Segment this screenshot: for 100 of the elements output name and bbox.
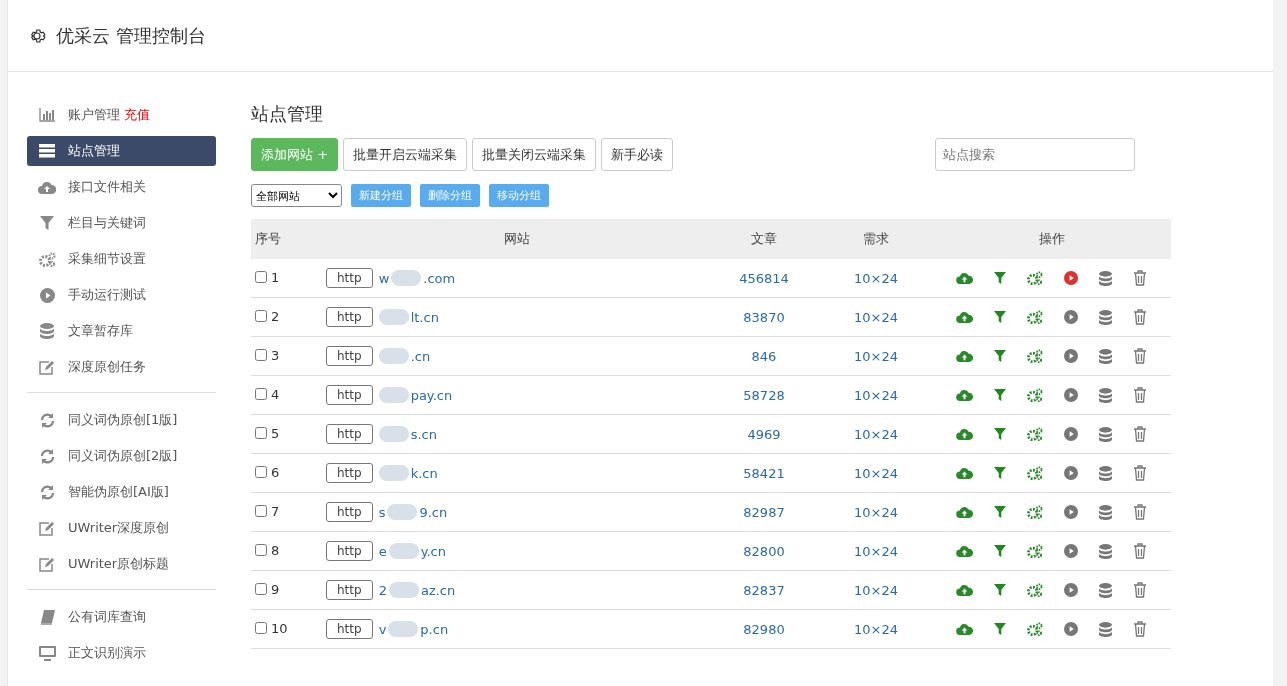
sidebar-item[interactable]: 账户管理 充值 [27,100,216,130]
row-checkbox[interactable] [255,427,267,440]
sidebar-item[interactable]: 正文识别演示 [27,638,216,668]
sidebar-item[interactable]: UWriter深度原创 [27,513,216,543]
play-icon[interactable] [1064,505,1078,519]
database-icon[interactable] [1099,387,1112,403]
trash-icon[interactable] [1133,465,1147,481]
row-checkbox[interactable] [255,271,267,284]
database-icon[interactable] [1099,543,1112,559]
sidebar-item[interactable]: 智能伪原创[AI版] [27,477,216,507]
gears-icon[interactable] [1027,544,1043,558]
sidebar-item[interactable]: 公有词库查询 [27,602,216,632]
cloud-upload-icon[interactable] [956,428,973,440]
cloud-upload-icon[interactable] [956,623,973,635]
row-checkbox[interactable] [255,622,267,635]
database-icon[interactable] [1099,504,1112,520]
cloud-upload-icon[interactable] [956,467,973,479]
database-icon[interactable] [1099,270,1112,286]
trash-icon[interactable] [1133,504,1147,520]
cloud-upload-icon[interactable] [956,389,973,401]
row-checkbox[interactable] [255,583,267,596]
cloud-upload-icon[interactable] [956,350,973,362]
trash-icon[interactable] [1133,621,1147,637]
play-icon[interactable] [1064,544,1078,558]
sidebar-item[interactable]: 文章暂存库 [27,316,216,346]
row-checkbox[interactable] [255,349,267,362]
trash-icon[interactable] [1133,582,1147,598]
filter-icon[interactable] [994,272,1006,284]
row-checkbox[interactable] [255,310,267,323]
sidebar-item[interactable]: 手动运行测试 [27,280,216,310]
search-field[interactable]: 站点搜索 [935,138,1136,171]
sidebar-item[interactable]: 站点管理 [27,136,216,166]
row-checkbox[interactable] [255,388,267,401]
play-icon[interactable] [1064,310,1078,324]
blurred-text [378,387,409,403]
gears-icon[interactable] [1027,310,1043,324]
row-checkbox[interactable] [255,505,267,518]
database-icon[interactable] [1099,465,1112,481]
cloud-upload-icon[interactable] [956,545,973,557]
database-icon[interactable] [1099,309,1112,325]
cloud-upload-icon[interactable] [956,272,973,284]
protocol-tag: http [326,346,373,366]
database-icon[interactable] [1099,621,1112,637]
group-dropdown[interactable]: 全部网站 [251,184,342,207]
sidebar-item[interactable]: 同义词伪原创[2版] [27,441,216,471]
filter-icon[interactable] [994,311,1006,323]
filter-icon[interactable] [994,350,1006,362]
gears-icon[interactable] [1027,466,1043,480]
database-icon[interactable] [1099,426,1112,442]
sidebar-item[interactable]: 深度原创任务 [27,352,216,382]
filter-icon[interactable] [994,545,1006,557]
action-button[interactable]: 新手必读 [601,138,674,171]
site-domain: k.cn [410,465,438,481]
trash-icon[interactable] [1133,270,1147,286]
site-name-start: w [378,270,390,286]
cloud-upload-icon[interactable] [956,506,973,518]
gears-icon[interactable] [1027,388,1043,402]
gears-icon[interactable] [1027,583,1043,597]
play-icon[interactable] [1064,466,1078,480]
row-number: 2 [271,308,280,324]
filter-icon[interactable] [994,428,1006,440]
sidebar-item[interactable]: 栏目与关键词 [27,208,216,238]
sidebar-item[interactable]: 同义词伪原创[1版] [27,405,216,435]
column-header: 网站 [326,219,708,259]
row-checkbox[interactable] [255,544,267,557]
play-icon[interactable] [1064,622,1078,636]
gears-icon[interactable] [1027,271,1043,285]
row-number: 5 [271,425,280,441]
row-checkbox[interactable] [255,466,267,479]
action-button[interactable]: 批量开启云端采集 [343,138,468,171]
sidebar-item[interactable]: 接口文件相关 [27,172,216,202]
trash-icon[interactable] [1133,426,1147,442]
sidebar-item[interactable]: 采集细节设置 [27,244,216,274]
play-icon[interactable] [1064,388,1078,402]
filter-icon[interactable] [994,389,1006,401]
gears-icon[interactable] [1027,622,1043,636]
database-icon[interactable] [1099,582,1112,598]
filter-icon[interactable] [994,584,1006,596]
recharge-link[interactable]: 充值 [124,106,150,124]
gears-icon[interactable] [1027,427,1043,441]
cloud-upload-icon[interactable] [956,584,973,596]
trash-icon[interactable] [1133,348,1147,364]
trash-icon[interactable] [1133,387,1147,403]
cloud-upload-icon[interactable] [956,311,973,323]
sidebar-item[interactable]: UWriter原创标题 [27,549,216,579]
filter-icon[interactable] [994,467,1006,479]
action-button[interactable]: 批量关闭云端采集 [472,138,597,171]
play-icon[interactable] [1064,271,1078,285]
trash-icon[interactable] [1133,543,1147,559]
protocol-tag: http [326,619,373,639]
play-icon[interactable] [1064,583,1078,597]
settings-icon [28,26,46,45]
gears-icon[interactable] [1027,505,1043,519]
database-icon[interactable] [1099,348,1112,364]
gears-icon[interactable] [1027,349,1043,363]
play-icon[interactable] [1064,349,1078,363]
filter-icon[interactable] [994,506,1006,518]
trash-icon[interactable] [1133,309,1147,325]
play-icon[interactable] [1064,427,1078,441]
filter-icon[interactable] [994,623,1006,635]
